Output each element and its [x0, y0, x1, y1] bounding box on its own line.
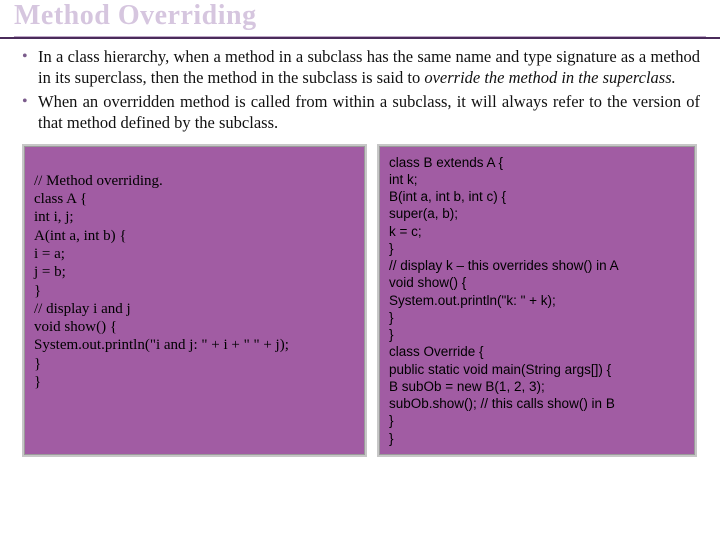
- code-row: // Method overriding. class A { int i, j…: [20, 144, 700, 458]
- bullet-item-2: When an overridden method is called from…: [20, 92, 700, 133]
- code-box-left: // Method overriding. class A { int i, j…: [22, 144, 367, 458]
- content-area: In a class hierarchy, when a method in a…: [0, 39, 720, 467]
- bullet-2-text: When an overridden method is called from…: [38, 92, 700, 132]
- bullet-1-italic: override the method in the superclass.: [424, 68, 675, 87]
- bullet-item-1: In a class hierarchy, when a method in a…: [20, 47, 700, 88]
- code-box-right: class B extends A { int k; B(int a, int …: [377, 144, 697, 458]
- title-bar: Method Overriding: [0, 0, 720, 39]
- slide: Method Overriding In a class hierarchy, …: [0, 0, 720, 540]
- bullet-list: In a class hierarchy, when a method in a…: [20, 47, 700, 134]
- slide-title: Method Overriding: [14, 0, 706, 34]
